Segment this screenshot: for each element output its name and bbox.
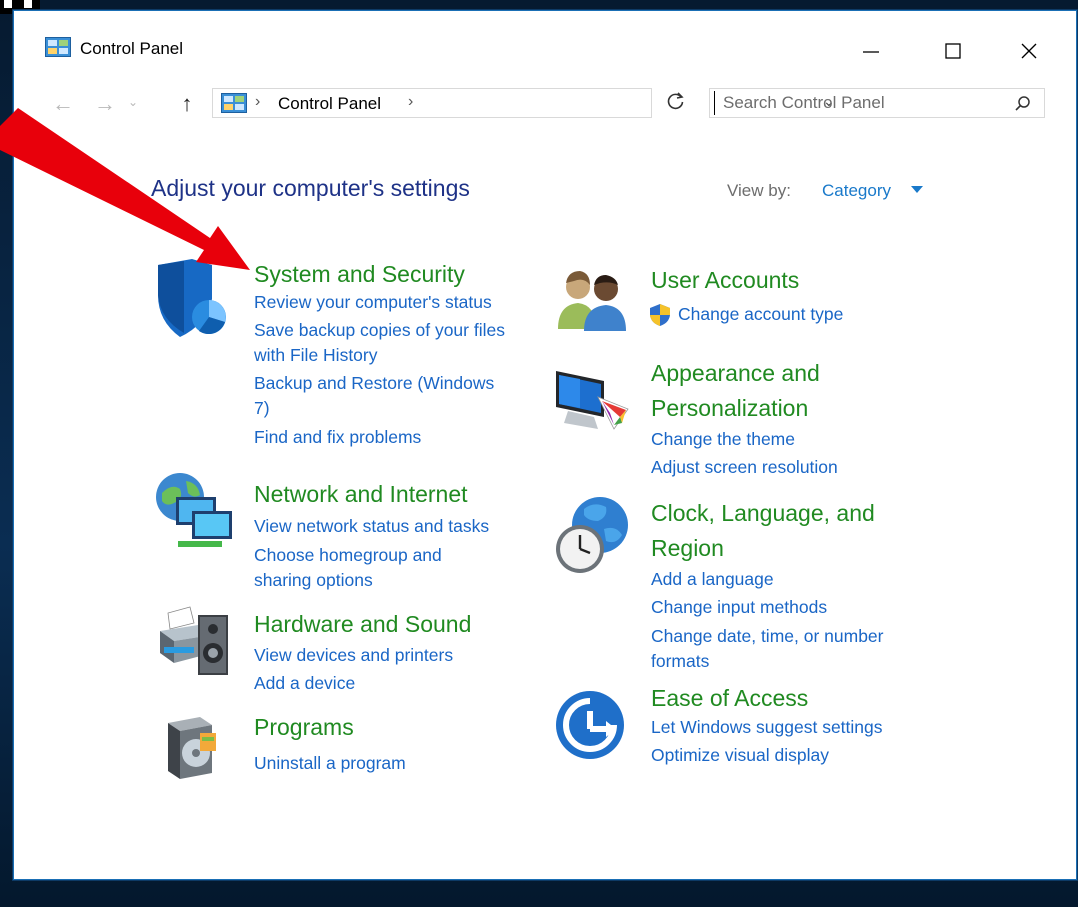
link-add-language[interactable]: Add a language [651, 567, 774, 592]
link-date-time-format[interactable]: Change date, time, or number [651, 624, 884, 649]
display-palette-icon[interactable] [554, 367, 632, 433]
category-hardware: Hardware and Sound View devices and prin… [154, 601, 554, 693]
link-save-backup-cont[interactable]: with File History [254, 343, 378, 368]
maximize-icon [945, 43, 961, 59]
category-title-appearance-line1[interactable]: Appearance and [651, 356, 820, 391]
category-title-user-accounts[interactable]: User Accounts [651, 263, 799, 298]
view-by-caret-icon[interactable] [911, 186, 923, 193]
forward-arrow-icon: → [94, 91, 116, 116]
link-input-methods[interactable]: Change input methods [651, 595, 827, 620]
control-panel-icon [221, 93, 247, 113]
link-backup-restore[interactable]: Backup and Restore (Windows [254, 371, 494, 396]
view-by-dropdown[interactable]: Category [822, 181, 891, 201]
link-network-status[interactable]: View network status and tasks [254, 514, 489, 539]
recent-locations-button[interactable]: ⌄ [120, 95, 146, 109]
category-title-clock-line1[interactable]: Clock, Language, and [651, 496, 875, 531]
close-icon [1021, 43, 1037, 59]
link-save-backup[interactable]: Save backup copies of your files [254, 318, 505, 343]
search-icon[interactable] [1014, 95, 1032, 113]
category-title-programs[interactable]: Programs [254, 710, 354, 745]
link-backup-restore-cont[interactable]: 7) [254, 396, 270, 421]
chevron-down-icon: ⌄ [127, 95, 139, 109]
control-panel-icon [45, 37, 71, 57]
programs-box-icon[interactable] [154, 709, 224, 783]
ease-of-access-icon[interactable] [554, 689, 626, 761]
search-box[interactable] [709, 88, 1045, 118]
link-add-device[interactable]: Add a device [254, 671, 355, 696]
minimize-icon [863, 51, 879, 53]
back-arrow-icon: ← [52, 91, 74, 116]
category-title-ease-of-access[interactable]: Ease of Access [651, 681, 808, 716]
category-title-network[interactable]: Network and Internet [254, 477, 468, 512]
close-button[interactable] [1002, 31, 1056, 71]
link-change-account-type[interactable]: Change account type [678, 302, 843, 327]
up-arrow-icon: ↑ [181, 91, 193, 116]
address-box[interactable]: › Control Panel › ⌄ [212, 88, 835, 118]
user-accounts-icon[interactable] [554, 263, 630, 333]
up-button[interactable]: ↑ [174, 91, 200, 117]
category-user-accounts: User Accounts Change account type [554, 263, 974, 353]
page-title: Adjust your computer's settings [151, 175, 470, 201]
view-by-label: View by: [727, 181, 791, 200]
shield-icon[interactable] [154, 259, 230, 339]
category-programs: Programs Uninstall a program [154, 709, 554, 789]
category-ease-of-access: Ease of Access Let Windows suggest setti… [554, 681, 974, 771]
category-title-system-security[interactable]: System and Security [254, 257, 465, 292]
category-title-clock-line2[interactable]: Region [651, 531, 724, 566]
forward-button[interactable]: → [92, 91, 118, 117]
category-appearance: Appearance and Personalization Change th… [554, 347, 974, 477]
breadcrumb-control-panel[interactable]: Control Panel [278, 94, 381, 114]
category-system-security: System and Security Review your computer… [154, 259, 554, 459]
printer-speaker-icon[interactable] [154, 601, 236, 681]
breadcrumb-separator-icon[interactable]: › [408, 93, 413, 111]
category-title-hardware[interactable]: Hardware and Sound [254, 607, 471, 642]
back-button[interactable]: ← [50, 91, 76, 117]
title-bar[interactable]: Control Panel [14, 11, 1076, 77]
link-review-status[interactable]: Review your computer's status [254, 290, 492, 315]
link-uninstall-program[interactable]: Uninstall a program [254, 751, 406, 776]
link-optimize-display[interactable]: Optimize visual display [651, 743, 829, 768]
control-panel-window: Control Panel ← → ⌄ ↑ › Control Panel › [13, 10, 1077, 880]
link-date-time-format-cont[interactable]: formats [651, 649, 709, 674]
breadcrumb-separator-icon[interactable]: › [255, 93, 260, 111]
clock-globe-icon[interactable] [554, 495, 634, 575]
search-input[interactable] [714, 91, 1003, 115]
link-homegroup[interactable]: Choose homegroup and [254, 543, 442, 568]
link-screen-resolution[interactable]: Adjust screen resolution [651, 455, 838, 480]
network-globe-icon[interactable] [154, 473, 234, 553]
link-devices-printers[interactable]: View devices and printers [254, 643, 453, 668]
category-network: Network and Internet View network status… [154, 473, 554, 590]
link-homegroup-cont[interactable]: sharing options [254, 568, 373, 593]
category-title-appearance-line2[interactable]: Personalization [651, 391, 808, 426]
refresh-icon[interactable] [664, 89, 688, 113]
link-change-theme[interactable]: Change the theme [651, 427, 795, 452]
maximize-button[interactable] [926, 31, 980, 71]
minimize-button[interactable] [844, 31, 898, 71]
uac-shield-icon [650, 304, 670, 326]
window-title: Control Panel [80, 39, 184, 58]
category-clock: Clock, Language, and Region Add a langua… [554, 487, 974, 677]
address-bar-row: ← → ⌄ ↑ › Control Panel › ⌄ [14, 83, 1076, 123]
link-suggest-settings[interactable]: Let Windows suggest settings [651, 715, 883, 740]
link-find-fix[interactable]: Find and fix problems [254, 425, 421, 450]
